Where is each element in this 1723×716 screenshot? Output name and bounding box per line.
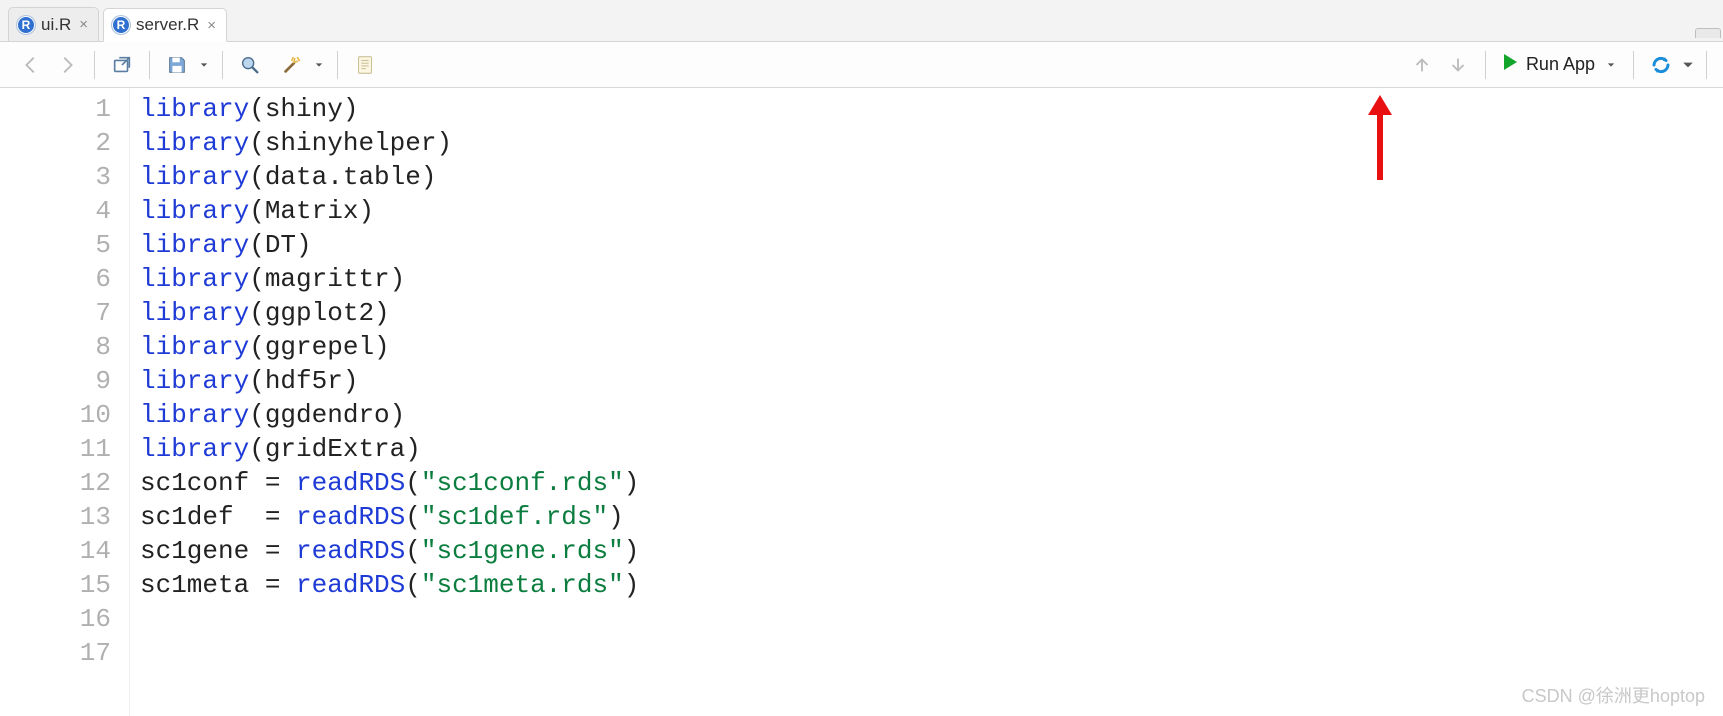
code-line[interactable]: sc1meta = readRDS("sc1meta.rds") xyxy=(140,568,639,602)
code-line[interactable]: library(ggrepel) xyxy=(140,330,639,364)
separator xyxy=(222,51,223,79)
code-line[interactable]: library(hdf5r) xyxy=(140,364,639,398)
code-line[interactable]: library(magrittr) xyxy=(140,262,639,296)
code-tools-button[interactable] xyxy=(277,50,307,80)
editor-toolbar: Run App xyxy=(0,42,1723,88)
nav-back-button[interactable] xyxy=(16,50,46,80)
code-line[interactable]: sc1def = readRDS("sc1def.rds") xyxy=(140,500,639,534)
code-line[interactable]: sc1gene = readRDS("sc1gene.rds") xyxy=(140,534,639,568)
line-number: 2 xyxy=(0,126,111,160)
reload-app-dropdown[interactable] xyxy=(1682,50,1694,80)
tab-ui-r[interactable]: R ui.R × xyxy=(8,7,99,41)
code-area[interactable]: library(shiny)library(shinyhelper)librar… xyxy=(130,88,639,716)
compile-report-button[interactable] xyxy=(350,50,380,80)
code-editor[interactable]: 1234567891011121314151617 library(shiny)… xyxy=(0,88,1723,716)
line-number: 11 xyxy=(0,432,111,466)
separator xyxy=(1485,51,1486,79)
line-number: 3 xyxy=(0,160,111,194)
code-line[interactable] xyxy=(140,602,639,636)
code-line[interactable]: library(gridExtra) xyxy=(140,432,639,466)
separator xyxy=(94,51,95,79)
line-number: 16 xyxy=(0,602,111,636)
line-number: 4 xyxy=(0,194,111,228)
r-file-icon: R xyxy=(112,16,130,34)
line-number: 7 xyxy=(0,296,111,330)
move-chunk-down-button[interactable] xyxy=(1443,50,1473,80)
r-file-icon: R xyxy=(17,16,35,34)
move-chunk-up-button[interactable] xyxy=(1407,50,1437,80)
run-app-label: Run App xyxy=(1526,54,1595,75)
run-app-button[interactable]: Run App xyxy=(1492,49,1627,81)
line-number: 9 xyxy=(0,364,111,398)
line-number: 5 xyxy=(0,228,111,262)
tab-server-r[interactable]: R server.R × xyxy=(103,8,227,42)
tabs-bar: R ui.R × R server.R × xyxy=(0,0,1723,42)
line-number: 12 xyxy=(0,466,111,500)
separator xyxy=(149,51,150,79)
line-number: 10 xyxy=(0,398,111,432)
line-number: 15 xyxy=(0,568,111,602)
panel-minimize-handle[interactable] xyxy=(1695,28,1721,38)
find-replace-button[interactable] xyxy=(235,50,265,80)
separator xyxy=(1706,51,1707,79)
close-icon[interactable]: × xyxy=(207,18,216,33)
code-line[interactable]: library(ggplot2) xyxy=(140,296,639,330)
line-number-gutter: 1234567891011121314151617 xyxy=(0,88,130,716)
save-dropdown[interactable] xyxy=(198,50,210,80)
code-line[interactable]: library(ggdendro) xyxy=(140,398,639,432)
watermark-text: CSDN @徐洲更hoptop xyxy=(1522,682,1705,708)
line-number: 17 xyxy=(0,636,111,670)
code-line[interactable]: library(shinyhelper) xyxy=(140,126,639,160)
code-line[interactable]: sc1conf = readRDS("sc1conf.rds") xyxy=(140,466,639,500)
line-number: 8 xyxy=(0,330,111,364)
tab-label: server.R xyxy=(136,15,199,35)
save-button[interactable] xyxy=(162,50,192,80)
nav-forward-button[interactable] xyxy=(52,50,82,80)
code-line[interactable]: library(Matrix) xyxy=(140,194,639,228)
code-line[interactable] xyxy=(140,636,639,670)
separator xyxy=(1633,51,1634,79)
line-number: 6 xyxy=(0,262,111,296)
line-number: 13 xyxy=(0,500,111,534)
code-line[interactable]: library(DT) xyxy=(140,228,639,262)
code-line[interactable]: library(data.table) xyxy=(140,160,639,194)
line-number: 14 xyxy=(0,534,111,568)
show-in-new-window-button[interactable] xyxy=(107,50,137,80)
run-app-dropdown[interactable] xyxy=(1605,50,1617,80)
reload-app-button[interactable] xyxy=(1646,50,1676,80)
line-number: 1 xyxy=(0,92,111,126)
close-icon[interactable]: × xyxy=(79,17,88,32)
play-icon xyxy=(1502,53,1518,76)
tab-label: ui.R xyxy=(41,15,71,35)
separator xyxy=(337,51,338,79)
code-line[interactable]: library(shiny) xyxy=(140,92,639,126)
code-tools-dropdown[interactable] xyxy=(313,50,325,80)
